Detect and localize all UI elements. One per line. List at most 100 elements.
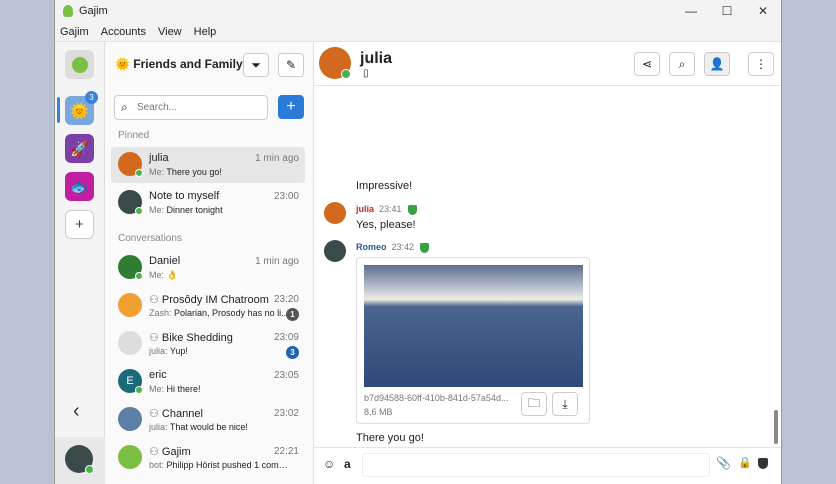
preview-sender: Me: bbox=[149, 270, 165, 280]
preview-text: Polarian, Prosody has no li... bbox=[174, 308, 289, 318]
search-chat-button[interactable]: ⌕ bbox=[669, 52, 695, 76]
avatar-romeo bbox=[324, 240, 346, 262]
preview-text: Dinner tonight bbox=[166, 205, 223, 215]
scrollbar[interactable] bbox=[774, 410, 778, 444]
file-name: b7d94588-60ff-410b-841d-57a54d... bbox=[364, 393, 509, 403]
message-time: 23:41 bbox=[379, 204, 402, 214]
chat-time: 23:02 bbox=[273, 408, 299, 419]
preview-text: Philipp Hörist pushed 1 commit ... bbox=[166, 460, 289, 470]
contact-info-button[interactable]: 👤 bbox=[704, 52, 730, 76]
open-folder-button[interactable]: 🗀 bbox=[521, 392, 547, 416]
collapse-icon[interactable]: ‹ bbox=[73, 400, 80, 423]
message-author: julia bbox=[356, 204, 375, 214]
account-avatar[interactable] bbox=[65, 50, 94, 79]
chat-name: ⚇ Channel bbox=[149, 407, 203, 420]
chat-panel: julia ▯ ⋖ ⌕ 👤 ⋮ Impressive! julia 23:41 … bbox=[314, 42, 781, 484]
chat-preview: Zash: Polarian, Prosody has no li... bbox=[149, 308, 289, 318]
account-footer bbox=[55, 437, 105, 484]
maximize-button[interactable]: ☐ bbox=[709, 4, 745, 18]
preview-text: Hi there! bbox=[166, 384, 201, 394]
encryption-shield-icon bbox=[420, 242, 430, 253]
avatar bbox=[118, 407, 142, 431]
menu-bar: Gajim Accounts View Help bbox=[55, 22, 781, 42]
group-icon: ⚇ bbox=[149, 446, 162, 458]
chat-time: 22:21 bbox=[273, 446, 299, 457]
preview-sender: julia: bbox=[149, 346, 168, 356]
menu-view[interactable]: View bbox=[158, 26, 182, 38]
unread-badge: 1 bbox=[286, 308, 299, 321]
message-time: 23:42 bbox=[391, 242, 415, 252]
online-dot bbox=[135, 207, 143, 215]
chat-row[interactable]: Eeric 23:05 Me: Hi there! bbox=[111, 364, 305, 400]
chat-name: ⚇ Bike Shedding bbox=[149, 331, 233, 344]
chat-name-text: Prosôdy IM Chatroom bbox=[161, 294, 269, 306]
active-indicator bbox=[57, 97, 60, 123]
chat-time: 23:20 bbox=[273, 294, 299, 305]
share-button[interactable]: ⋖ bbox=[634, 52, 660, 76]
chat-row[interactable]: ⚇ Bike Shedding 23:09 julia: Yup! 3 bbox=[111, 326, 305, 362]
preview-sender: Zash: bbox=[149, 308, 172, 318]
chat-name: eric bbox=[149, 369, 167, 381]
chat-name: ⚇ Gajim bbox=[149, 445, 191, 458]
chat-name: julia bbox=[149, 152, 169, 164]
chat-row-julia[interactable]: julia 1 min ago Me: There you go! bbox=[111, 147, 305, 183]
format-icon[interactable]: a bbox=[344, 457, 351, 471]
phone-icon: ▯ bbox=[363, 68, 369, 79]
group-icon: ⚇ bbox=[149, 294, 162, 306]
window-title: Gajim bbox=[79, 5, 108, 17]
chat-name-text: Daniel bbox=[149, 255, 181, 267]
group-icon: ⚇ bbox=[149, 408, 162, 420]
message-input[interactable] bbox=[362, 453, 710, 477]
minimize-button[interactable]: — bbox=[673, 4, 709, 18]
message-text: There you go! bbox=[356, 432, 424, 444]
lock-icon[interactable]: 🔒 bbox=[738, 456, 752, 469]
group-icon: ⚇ bbox=[149, 332, 162, 344]
workspace-fish[interactable]: 🐟 bbox=[65, 172, 94, 201]
workspace-rocket[interactable]: 🚀 bbox=[65, 134, 94, 163]
chat-row-note[interactable]: Note to myself 23:00 Me: Dinner tonight bbox=[111, 185, 305, 221]
avatar-julia bbox=[324, 202, 346, 224]
pinned-header: Pinned bbox=[118, 130, 150, 141]
unread-badge: 3 bbox=[286, 346, 299, 359]
encryption-shield-icon bbox=[407, 204, 417, 215]
title-bar: Gajim — ☐ ✕ bbox=[55, 0, 781, 22]
preview-text: 👌 bbox=[166, 270, 178, 280]
search-placeholder: Search... bbox=[137, 102, 178, 113]
chat-time: 23:09 bbox=[273, 332, 299, 343]
chat-time: 1 min ago bbox=[255, 256, 299, 267]
preview-sender: julia: bbox=[149, 422, 168, 432]
start-chat-button[interactable]: + bbox=[278, 95, 304, 119]
chat-preview: bot: Philipp Hörist pushed 1 commit ... bbox=[149, 460, 289, 470]
chat-preview: julia: That would be nice! bbox=[149, 422, 289, 432]
more-menu-button[interactable]: ⋮ bbox=[748, 52, 774, 76]
download-button[interactable]: ⤓ bbox=[552, 392, 578, 416]
chat-preview: Me: Dinner tonight bbox=[149, 205, 289, 215]
search-input[interactable]: ⌕ Search... bbox=[114, 95, 268, 120]
new-chat-button[interactable]: ✎ bbox=[278, 53, 304, 77]
filter-button[interactable]: ⏷ bbox=[243, 53, 269, 77]
chat-row[interactable]: ⚇ Channel 23:02 julia: That would be nice! bbox=[111, 402, 305, 438]
chat-row[interactable]: ⚇ Gajim 22:21 bot: Philipp Hörist pushed 1… bbox=[111, 440, 305, 476]
menu-gajim[interactable]: Gajim bbox=[60, 26, 89, 38]
avatar bbox=[118, 331, 142, 355]
attach-icon[interactable]: 📎 bbox=[716, 456, 731, 470]
chat-list-panel: 🌞 Friends and Family ⏷ ✎ ⌕ Search... + P… bbox=[105, 42, 314, 484]
chat-preview: Me: 👌 bbox=[149, 270, 289, 281]
app-window: Gajim — ☐ ✕ Gajim Accounts View Help 🌞 3… bbox=[54, 0, 782, 484]
chat-name-text: Bike Shedding bbox=[161, 332, 233, 344]
close-button[interactable]: ✕ bbox=[745, 4, 781, 18]
message-text: Yes, please! bbox=[356, 219, 416, 231]
contact-name: julia bbox=[360, 50, 393, 67]
chat-row[interactable]: ⚇ Prosôdy IM Chatroom 23:20 Zash: Polarian… bbox=[111, 288, 305, 324]
gajim-logo-icon bbox=[63, 5, 73, 17]
emoji-icon[interactable]: ☺ bbox=[323, 457, 335, 471]
chat-name: Note to myself bbox=[149, 190, 220, 202]
menu-accounts[interactable]: Accounts bbox=[101, 26, 146, 38]
workspace-badge: 3 bbox=[85, 91, 98, 104]
add-workspace-button[interactable]: + bbox=[65, 210, 94, 239]
encryption-icon[interactable] bbox=[758, 458, 768, 469]
chat-row[interactable]: Daniel 1 min ago Me: 👌 bbox=[111, 250, 305, 286]
image-preview[interactable] bbox=[364, 265, 583, 387]
menu-help[interactable]: Help bbox=[194, 26, 217, 38]
composer: ☺ a 📎 🔒 bbox=[314, 447, 781, 484]
